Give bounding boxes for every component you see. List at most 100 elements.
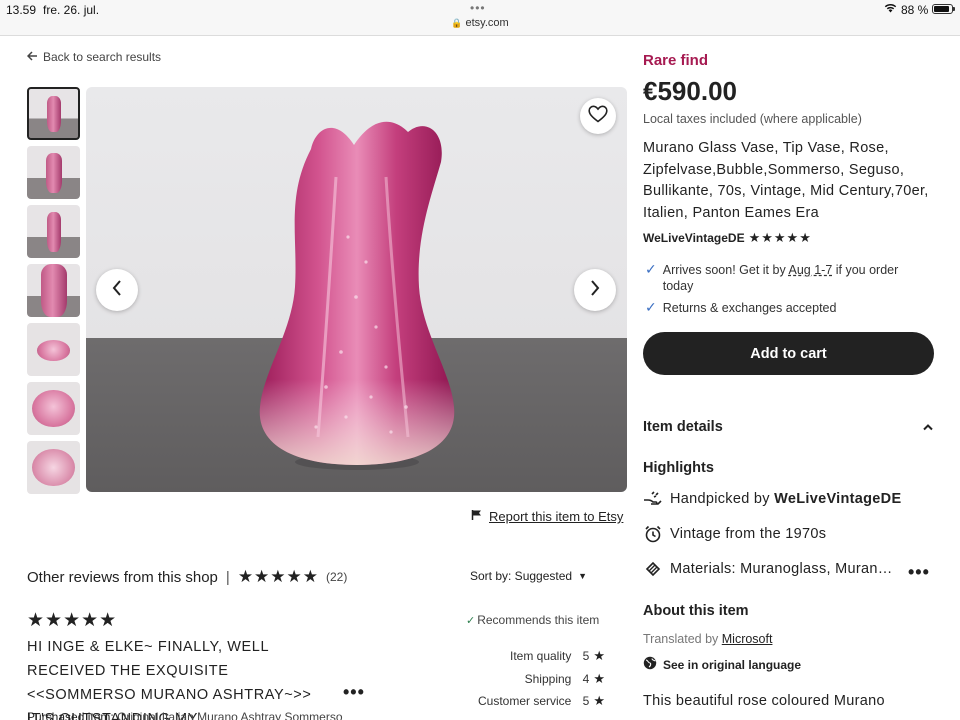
- thumbnail-7[interactable]: [27, 441, 80, 494]
- vintage-text: Vintage from the 1970s: [670, 526, 827, 542]
- arrives-date-link[interactable]: Aug 1-7: [788, 263, 832, 277]
- highlight-handpicked: Handpicked by WeLiveVintageDE: [643, 490, 901, 507]
- rating-row: Customer service 5 ★: [430, 690, 605, 713]
- reviews-heading: Other reviews from this shop: [27, 568, 218, 586]
- shop-reviews-header: Other reviews from this shop | ★★★★★ (22…: [27, 567, 347, 587]
- flag-icon: [471, 509, 482, 524]
- check-icon: ✓: [466, 615, 476, 627]
- handpicked-text: Handpicked by WeLiveVintageDE: [670, 491, 901, 507]
- purchased-item-link[interactable]: Original Italian Murano Ashtray Sommerso: [117, 710, 342, 720]
- caret-down-icon: ▼: [578, 571, 587, 581]
- thumbnail-1[interactable]: [27, 87, 80, 140]
- address-text: etsy.com: [465, 17, 509, 29]
- purchased-item: Purchased item: Original Italian Murano …: [27, 710, 343, 720]
- previous-image-button[interactable]: [96, 269, 138, 311]
- translated-prefix: Translated by: [643, 632, 722, 646]
- materials-icon: [643, 560, 662, 578]
- chevron-left-icon: [111, 279, 123, 302]
- purchased-label: Purchased item:: [27, 710, 114, 720]
- thumbnail-6[interactable]: [27, 382, 80, 435]
- translation-note: Translated by Microsoft: [643, 632, 772, 646]
- description-text: This beautiful rose coloured Murano: [643, 693, 885, 709]
- arrow-left-icon: [26, 49, 38, 64]
- seller-info: WeLiveVintageDE ★★★★★: [643, 230, 812, 246]
- divider: |: [225, 568, 230, 586]
- rating-row: Item quality 5 ★: [430, 645, 605, 668]
- tax-note: Local taxes included (where applicable): [643, 112, 862, 126]
- battery-percent: 88 %: [901, 3, 929, 17]
- back-label: Back to search results: [43, 49, 162, 64]
- thumbnail-4[interactable]: [27, 264, 80, 317]
- star-icon: ★: [593, 648, 605, 664]
- materials-text: Materials: Muranoglass, Muran…: [670, 561, 893, 577]
- check-icon: ✓: [645, 261, 657, 277]
- shop-rating-stars: ★★★★★: [237, 567, 320, 586]
- handpicked-prefix: Handpicked by: [670, 490, 775, 507]
- about-heading: About this item: [643, 603, 749, 619]
- seller-rating-stars: ★★★★★: [748, 230, 812, 245]
- wifi-icon: [884, 3, 897, 16]
- favorite-button[interactable]: [580, 98, 616, 134]
- report-item-link[interactable]: Report this item to Etsy: [471, 509, 623, 524]
- check-icon: ✓: [645, 299, 657, 315]
- highlights-heading: Highlights: [643, 460, 714, 476]
- status-bar: 13.59 fre. 26. jul. ••• 🔒 etsy.com 88 %: [0, 0, 960, 36]
- returns-perk: ✓ Returns & exchanges accepted: [645, 300, 925, 316]
- heart-icon: [588, 104, 608, 128]
- report-label: Report this item to Etsy: [489, 509, 624, 524]
- microsoft-link[interactable]: Microsoft: [722, 632, 773, 646]
- item-details-label: Item details: [643, 419, 723, 435]
- chevron-up-icon: [922, 419, 934, 435]
- chevron-right-icon: [589, 279, 601, 302]
- review-ratings: Item quality 5 ★ Shipping 4 ★ Customer s…: [430, 645, 605, 713]
- rating-row: Shipping 4 ★: [430, 668, 605, 691]
- rating-label: Shipping: [524, 671, 572, 686]
- review-count: (22): [326, 570, 348, 584]
- battery-icon: [932, 4, 955, 14]
- rating-value: 5: [582, 694, 590, 709]
- price: €590.00: [643, 76, 737, 106]
- sort-label: Sort by: Suggested: [470, 569, 573, 583]
- sort-dropdown[interactable]: Sort by: Suggested ▼: [470, 569, 587, 583]
- recommends-text: Recommends this item: [477, 613, 600, 627]
- star-icon: ★: [593, 693, 605, 709]
- seller-name-link[interactable]: WeLiveVintageDE: [643, 231, 745, 245]
- rating-label: Customer service: [477, 694, 572, 709]
- thumbnail-3[interactable]: [27, 205, 80, 258]
- arrives-text: Arrives soon! Get it by Aug 1-7 if you o…: [663, 262, 925, 294]
- product-title: Murano Glass Vase, Tip Vase, Rose, Zipfe…: [643, 140, 929, 221]
- highlight-vintage: Vintage from the 1970s: [643, 525, 826, 543]
- hand-icon: [643, 490, 662, 507]
- rating-label: Item quality: [509, 649, 572, 664]
- alarm-clock-icon: [643, 525, 662, 543]
- status-date: fre. 26. jul.: [43, 3, 100, 17]
- returns-text: Returns & exchanges accepted: [662, 301, 837, 315]
- main-product-image[interactable]: [86, 87, 627, 492]
- recommends-badge: ✓ Recommends this item: [466, 613, 599, 627]
- thumbnail-2[interactable]: [27, 146, 80, 199]
- arrives-prefix: Arrives soon! Get it by: [662, 263, 789, 277]
- next-image-button[interactable]: [574, 269, 616, 311]
- see-original-language-link[interactable]: See in original language: [643, 656, 801, 673]
- highlight-materials: Materials: Muranoglass, Muran…: [643, 560, 893, 578]
- add-to-cart-button[interactable]: Add to cart: [643, 332, 934, 375]
- item-details-toggle[interactable]: Item details: [643, 419, 934, 435]
- globe-icon: [643, 656, 657, 673]
- browser-menu-dots-icon[interactable]: •••: [470, 1, 486, 15]
- status-time: 13.59: [6, 3, 37, 17]
- star-icon: ★: [593, 670, 605, 686]
- back-to-search-link[interactable]: Back to search results: [26, 49, 162, 64]
- rare-find-badge: Rare find: [643, 52, 709, 69]
- arrives-perk: ✓ Arrives soon! Get it by Aug 1-7 if you…: [645, 262, 925, 294]
- address-bar[interactable]: 🔒 etsy.com: [0, 17, 960, 29]
- review-stars: ★★★★★: [27, 610, 118, 631]
- rating-value: 4: [582, 671, 590, 686]
- handpicked-shop[interactable]: WeLiveVintageDE: [774, 491, 901, 507]
- thumbnail-5[interactable]: [27, 323, 80, 376]
- more-options-icon[interactable]: •••: [343, 682, 365, 703]
- rating-value: 5: [582, 649, 590, 664]
- review-text: HI INGE & ELKE~ FINALLY, WELL RECEIVED T…: [27, 639, 312, 720]
- see-original-label: See in original language: [663, 657, 802, 672]
- more-options-icon[interactable]: •••: [908, 562, 930, 583]
- lock-icon: 🔒: [451, 18, 463, 28]
